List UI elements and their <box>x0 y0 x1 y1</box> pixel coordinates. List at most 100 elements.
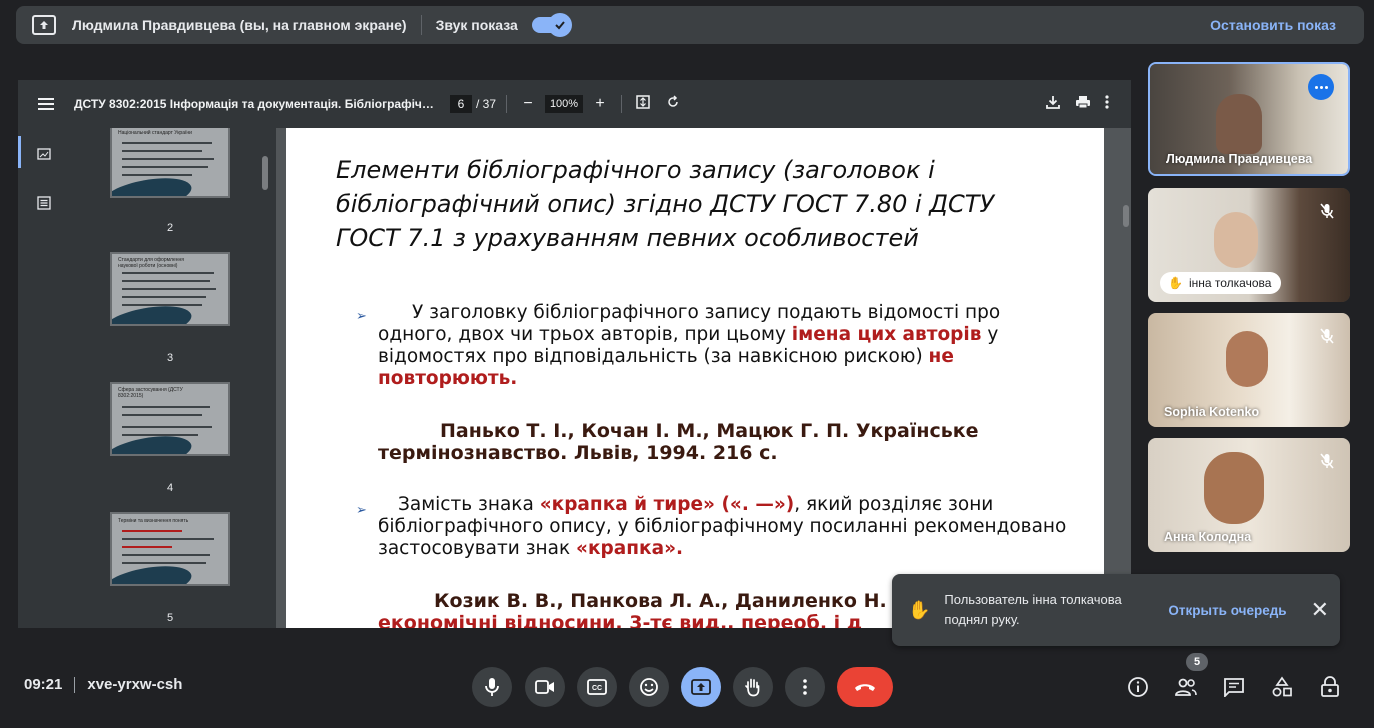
meeting-details-icon[interactable] <box>1126 675 1150 699</box>
bullet-arrow-icon: ➢ <box>356 308 367 323</box>
thumbnail-heading: Сфера застосування (ДСТУ 8302:2015) <box>118 387 183 399</box>
meeting-info: 09:21 xve-yrxw-csh <box>24 676 182 693</box>
page-number-input[interactable]: 6 <box>450 95 472 113</box>
camera-button[interactable] <box>525 667 565 707</box>
participant-tile-self[interactable]: Людмила Правдивцева <box>1148 62 1350 176</box>
emoji-icon <box>640 678 658 696</box>
captions-icon: CC <box>587 679 607 695</box>
pdf-sidebar-tabs <box>18 128 70 628</box>
open-queue-button[interactable]: Открыть очередь <box>1168 603 1286 618</box>
zoom-in-button[interactable]: + <box>589 95 611 113</box>
participant-tile[interactable]: Sophia Kotenko <box>1148 313 1350 427</box>
download-icon[interactable] <box>1045 94 1061 115</box>
participant-tile[interactable]: Анна Колодна <box>1148 438 1350 552</box>
raised-hand-icon: ✋ <box>1168 276 1183 290</box>
divider <box>74 676 76 693</box>
stop-presenting-button[interactable]: Остановить показ <box>1210 17 1336 33</box>
thumbnail-number: 2 <box>166 222 174 234</box>
avatar <box>1204 452 1264 524</box>
check-icon <box>547 13 572 37</box>
raised-hand-icon: ✋ <box>908 599 931 620</box>
present-now-button[interactable] <box>681 667 721 707</box>
thumbnail-number: 5 <box>166 612 174 624</box>
participant-name: інна толкачова <box>1188 276 1272 290</box>
people-icon[interactable] <box>1174 675 1198 699</box>
present-screen-icon <box>32 15 56 35</box>
page-scrollbar[interactable] <box>1123 205 1129 227</box>
pdf-viewer: ДСТУ 8302:2015 Інформація та документаці… <box>18 80 1131 628</box>
highlight-text: «крапка й тире» («. —») <box>539 494 795 515</box>
slide-example-2-line-1: Козик В. В., Панкова Л. А., Даниленко Н. <box>434 590 887 612</box>
mic-off-icon <box>1320 453 1334 469</box>
thumbnail-page-2[interactable]: Національний стандарт України <box>110 128 230 198</box>
thumbnail-heading: Терміни та визначення понять <box>118 518 189 524</box>
reactions-button[interactable] <box>629 667 669 707</box>
thumbnail-page-4[interactable]: Сфера застосування (ДСТУ 8302:2015) <box>110 382 230 456</box>
divider <box>420 15 422 35</box>
menu-icon[interactable] <box>38 95 54 113</box>
mic-off-icon <box>1320 203 1334 219</box>
participant-name: Sophia Kotenko <box>1164 405 1260 419</box>
thumbnail-number: 3 <box>166 352 174 364</box>
present-screen-icon <box>691 679 711 695</box>
meeting-code: xve-yrxw-csh <box>87 676 183 693</box>
pdf-toolbar: ДСТУ 8302:2015 Інформація та документаці… <box>18 80 1131 128</box>
bullet-arrow-icon: ➢ <box>356 502 367 517</box>
fit-page-icon[interactable] <box>632 94 654 114</box>
activities-icon[interactable] <box>1270 675 1294 699</box>
zoom-out-button[interactable]: − <box>517 95 539 113</box>
outline-icon[interactable] <box>37 196 51 215</box>
mic-off-icon <box>1320 328 1334 344</box>
raise-hand-button[interactable] <box>733 667 773 707</box>
more-vert-icon <box>803 679 807 695</box>
thumbnail-page-5[interactable]: Терміни та визначення понять <box>110 512 230 586</box>
pdf-thumbnail-panel: Національний стандарт України 2 Стандарт… <box>70 128 276 628</box>
slide-title: Елементи бібліографічного запису (заголо… <box>336 156 995 252</box>
close-icon[interactable]: ✕ <box>1311 597 1329 623</box>
slide-paragraph-1: У заголовку бібліографічного запису пода… <box>378 302 1001 389</box>
highlight-text: імена цих авторів <box>791 324 982 345</box>
slide-paragraph-2: Замість знака «крапка й тире» («. —»), я… <box>378 494 1067 559</box>
participant-name: Анна Колодна <box>1164 530 1252 544</box>
thumbnail-heading: Національний стандарт України <box>118 130 192 136</box>
thumbnail-heading: Стандарти для оформлення наукової роботи… <box>118 257 184 269</box>
camera-icon <box>535 680 554 694</box>
clock-time: 09:21 <box>24 676 63 693</box>
thumbnails-icon[interactable] <box>37 147 51 165</box>
thumbnail-number: 4 <box>166 482 174 494</box>
hand-icon <box>745 678 760 697</box>
thumbnail-page-3[interactable]: Стандарти для оформлення наукової роботи… <box>110 252 230 326</box>
slide-example-1: Панько Т. І., Кочан І. М., Мацюк Г. П. У… <box>378 420 979 464</box>
rotate-icon[interactable] <box>662 94 684 114</box>
avatar <box>1226 331 1268 387</box>
more-options-icon[interactable] <box>1105 94 1109 114</box>
print-icon[interactable] <box>1075 94 1091 115</box>
pdf-title: ДСТУ 8302:2015 Інформація та документаці… <box>74 97 436 111</box>
pdf-page: Елементи бібліографічного запису (заголо… <box>286 128 1104 628</box>
presenter-label: Людмила Правдивцева (вы, на главном экра… <box>72 17 407 33</box>
microphone-button[interactable] <box>472 667 512 707</box>
divider <box>506 95 508 113</box>
thumbnail-scrollbar[interactable] <box>262 156 268 190</box>
microphone-icon <box>485 678 499 696</box>
avatar <box>1214 212 1258 268</box>
participant-tile[interactable]: ✋ інна толкачова <box>1148 188 1350 302</box>
end-call-icon <box>855 684 875 691</box>
avatar <box>1216 94 1262 154</box>
active-tab-indicator <box>18 136 21 168</box>
more-options-button[interactable] <box>785 667 825 707</box>
page-total: / 37 <box>476 97 497 111</box>
zoom-input[interactable]: 100% <box>545 95 584 113</box>
share-sound-toggle[interactable] <box>531 13 572 37</box>
share-sound-label: Звук показа <box>435 17 518 33</box>
captions-button[interactable]: CC <box>577 667 617 707</box>
participant-name-chip: ✋ інна толкачова <box>1160 272 1282 294</box>
host-controls-icon[interactable] <box>1318 675 1342 699</box>
more-options-icon[interactable] <box>1308 74 1334 100</box>
hand-raised-notification: ✋ Пользователь інна толкачова поднял рук… <box>892 574 1340 646</box>
svg-text:CC: CC <box>592 685 602 692</box>
chat-icon[interactable] <box>1222 675 1246 699</box>
highlight-text: «крапка». <box>576 538 684 559</box>
leave-call-button[interactable] <box>837 667 893 707</box>
people-count-badge: 5 <box>1186 653 1208 671</box>
